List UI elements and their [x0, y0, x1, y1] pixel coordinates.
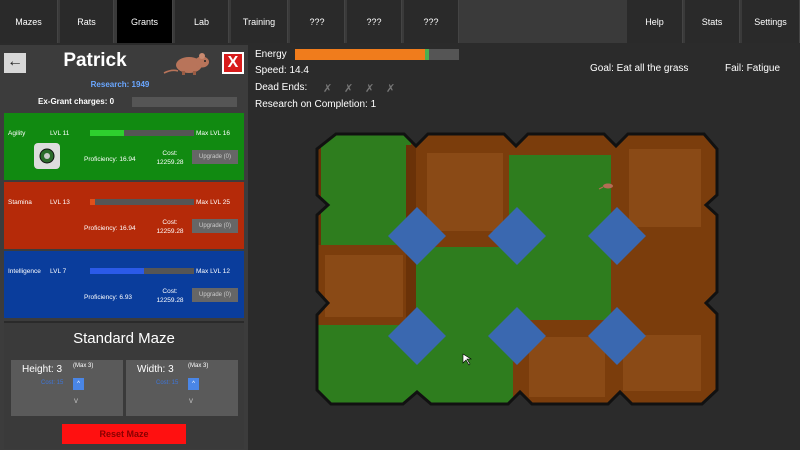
reset-maze-button[interactable]: Reset Maze — [62, 424, 186, 444]
research-value: Research: 1949 — [90, 80, 150, 89]
agility-icon — [34, 143, 60, 169]
stat-progress-fill — [90, 268, 145, 274]
maze-title: Standard Maze — [73, 330, 175, 347]
stat-name: Stamina — [8, 199, 32, 206]
top-nav: Mazes Rats Grants Lab Training ??? ??? ?… — [0, 0, 800, 43]
tab-help[interactable]: Help — [627, 0, 683, 43]
rat-panel: ← Patrick X Research: 1949 Ex-Grant char… — [0, 45, 248, 450]
tab-stats[interactable]: Stats — [685, 0, 740, 43]
upgrade-button[interactable]: Upgrade (0) — [192, 219, 238, 233]
stat-name: Intelligence — [8, 268, 41, 275]
tab-lab[interactable]: Lab — [175, 0, 229, 43]
exgrant-bar — [132, 97, 237, 107]
tab-settings[interactable]: Settings — [742, 0, 800, 43]
close-button[interactable]: X — [222, 52, 244, 74]
rat-icon — [163, 53, 209, 75]
tab-locked-3[interactable]: ??? — [404, 0, 459, 43]
stat-max-level: Max LVL 16 — [196, 130, 230, 137]
height-box: Height: 3 (Max 3) Cost: 15 ^ v — [11, 360, 123, 416]
width-cost: Cost: 15 — [156, 380, 179, 386]
maze-board — [315, 132, 719, 406]
stat-progress-fill — [90, 130, 125, 136]
height-label: Height: 3 — [22, 364, 63, 375]
back-arrow-icon[interactable]: ← — [4, 53, 26, 73]
stat-level: LVL 11 — [50, 130, 70, 137]
stat-max-level: Max LVL 12 — [196, 268, 230, 275]
tab-mazes[interactable]: Mazes — [0, 0, 58, 43]
stat-progress-bar — [90, 199, 194, 205]
stat-max-level: Max LVL 25 — [196, 199, 230, 206]
tab-training[interactable]: Training — [231, 0, 288, 43]
tab-locked-2[interactable]: ??? — [347, 0, 402, 43]
screen: Mazes Rats Grants Lab Training ??? ??? ?… — [0, 0, 800, 450]
stat-proficiency: Proficiency: 16.94 — [84, 225, 136, 232]
stat-cost: Cost: 12259.28 — [156, 288, 184, 304]
tab-locked-1[interactable]: ??? — [290, 0, 345, 43]
stat-progress-bar — [90, 130, 194, 136]
width-decrease-button[interactable]: v — [189, 396, 193, 405]
tab-grants[interactable]: Grants — [117, 0, 173, 43]
stat-panel-intelligence: Intelligence LVL 7 Max LVL 12 Proficienc… — [4, 251, 244, 318]
stat-cost: Cost: 12259.28 — [156, 150, 184, 166]
maze-cells — [317, 134, 717, 404]
stat-proficiency: Proficiency: 6.93 — [84, 294, 133, 301]
stat-name: Agility — [8, 130, 26, 137]
stat-proficiency: Proficiency: 16.94 — [84, 156, 136, 163]
width-max: (Max 3) — [188, 363, 209, 369]
height-increase-button[interactable]: ^ — [73, 378, 84, 390]
height-cost: Cost: 15 — [41, 380, 64, 386]
height-max: (Max 3) — [73, 363, 94, 369]
width-label: Width: 3 — [137, 364, 174, 375]
tab-rats[interactable]: Rats — [60, 0, 114, 43]
upgrade-button[interactable]: Upgrade (0) — [192, 288, 238, 302]
stat-panel-agility: Agility LVL 11 Max LVL 16 Proficiency: 1… — [4, 113, 244, 180]
width-increase-button[interactable]: ^ — [188, 378, 199, 390]
stat-cost: Cost: 12259.28 — [156, 219, 184, 235]
game-area: Energy Speed: 14.4 Dead Ends: ✗ ✗ ✗ ✗ Re… — [251, 45, 800, 450]
stat-progress-bar — [90, 268, 194, 274]
stat-panel-stamina: Stamina LVL 13 Max LVL 25 Proficiency: 1… — [4, 182, 244, 249]
height-decrease-button[interactable]: v — [74, 396, 78, 405]
exgrant-label: Ex-Grant charges: 0 — [38, 97, 115, 106]
width-box: Width: 3 (Max 3) Cost: 15 ^ v — [126, 360, 238, 416]
maze-settings: Standard Maze Height: 3 (Max 3) Cost: 15… — [4, 321, 244, 449]
rat-name: Patrick — [63, 50, 127, 71]
upgrade-button[interactable]: Upgrade (0) — [192, 150, 238, 164]
stat-level: LVL 7 — [50, 268, 67, 275]
stat-level: LVL 13 — [50, 199, 70, 206]
stat-progress-fill — [90, 199, 96, 205]
